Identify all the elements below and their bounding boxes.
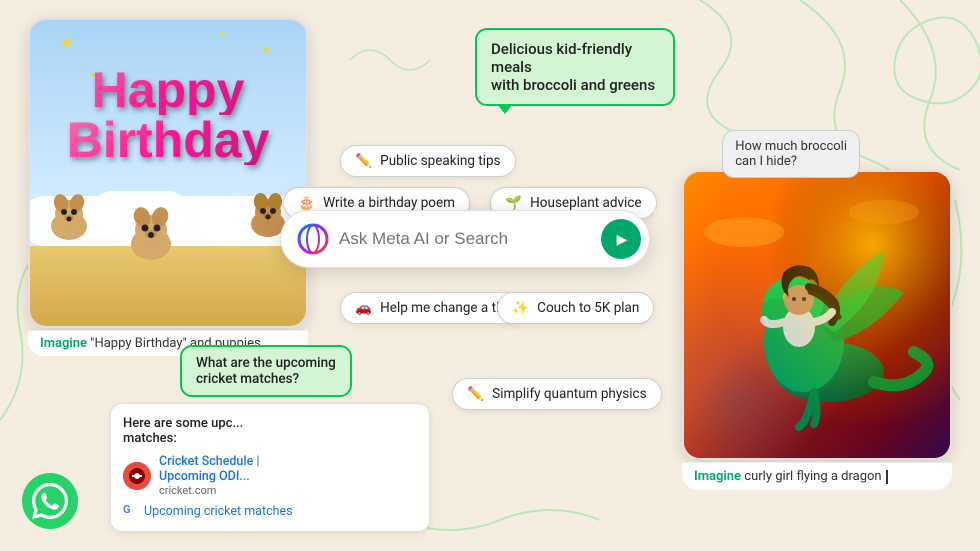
- plant-icon: 🌱: [505, 195, 522, 211]
- meals-text: Delicious kid-friendly meals with brocco…: [491, 40, 655, 94]
- cricket-result-title: Here are some upc... matches:: [123, 416, 417, 446]
- sparkle-icon: ✨: [512, 300, 529, 316]
- dragon-illustration: [684, 172, 950, 458]
- birthday-text-happy: Happy: [67, 65, 270, 115]
- birthday-card: ★ ★ ★ ★ Happy Birthday: [28, 18, 308, 328]
- meta-ai-logo: [297, 223, 329, 255]
- dragon-card: [682, 170, 952, 460]
- search-submit-button[interactable]: [601, 219, 641, 259]
- chip-label-birthday-poem: Write a birthday poem: [323, 195, 455, 211]
- imagine-text-dragon: curly girl flying a dragon: [744, 469, 881, 484]
- main-container: ★ ★ ★ ★ Happy Birthday: [0, 0, 980, 551]
- google-upcoming-link[interactable]: G Upcoming cricket matches: [123, 503, 417, 519]
- chip-couch[interactable]: ✨ Couch to 5K plan: [497, 292, 654, 324]
- search-bar[interactable]: [280, 210, 650, 268]
- cake-icon: 🎂: [298, 195, 315, 211]
- birthday-text-birthday: Birthday: [67, 115, 270, 165]
- speech-bubble-broccoli: How much broccoli can I hide?: [722, 130, 860, 178]
- cricket-result-item: Cricket Schedule | Upcoming ODI... crick…: [123, 454, 417, 497]
- imagine-word-birthday: Imagine: [40, 336, 87, 351]
- cricket-area: What are the upcoming cricket matches? H…: [110, 345, 430, 532]
- cricket-question-text: What are the upcoming cricket matches?: [196, 355, 336, 387]
- cricket-question-bubble: What are the upcoming cricket matches?: [180, 345, 352, 397]
- chip-label-quantum: Simplify quantum physics: [492, 386, 646, 402]
- cricket-results-card: Here are some upc... matches: Cricket Sc…: [110, 403, 430, 532]
- chip-label-public-speaking: Public speaking tips: [380, 153, 500, 169]
- pencil2-icon: ✏️: [467, 386, 484, 402]
- cricket-link-info: Cricket Schedule | Upcoming ODI... crick…: [159, 454, 259, 497]
- chip-label-couch: Couch to 5K plan: [537, 300, 639, 316]
- dragon-imagine-label: Imagine curly girl flying a dragon: [682, 462, 952, 490]
- search-input[interactable]: [339, 229, 601, 249]
- google-g-icon: G: [123, 503, 139, 519]
- whatsapp-logo: [22, 473, 78, 529]
- broccoli-text: How much broccoli can I hide?: [735, 139, 847, 169]
- google-link-text: Upcoming cricket matches: [144, 504, 293, 519]
- imagine-word-dragon: Imagine: [694, 469, 741, 484]
- text-cursor: [886, 470, 888, 484]
- chip-quantum[interactable]: ✏️ Simplify quantum physics: [452, 378, 662, 410]
- chip-label-houseplant: Houseplant advice: [530, 195, 641, 211]
- speech-bubble-meals: Delicious kid-friendly meals with brocco…: [475, 28, 675, 106]
- cricket-logo-icon: [123, 462, 151, 490]
- car-icon: 🚗: [355, 300, 372, 316]
- chip-public-speaking[interactable]: ✏️ Public speaking tips: [340, 145, 516, 177]
- chip-label-tire: Help me change a tire: [380, 300, 511, 316]
- pencil-icon: ✏️: [355, 153, 372, 169]
- search-area: [280, 210, 650, 268]
